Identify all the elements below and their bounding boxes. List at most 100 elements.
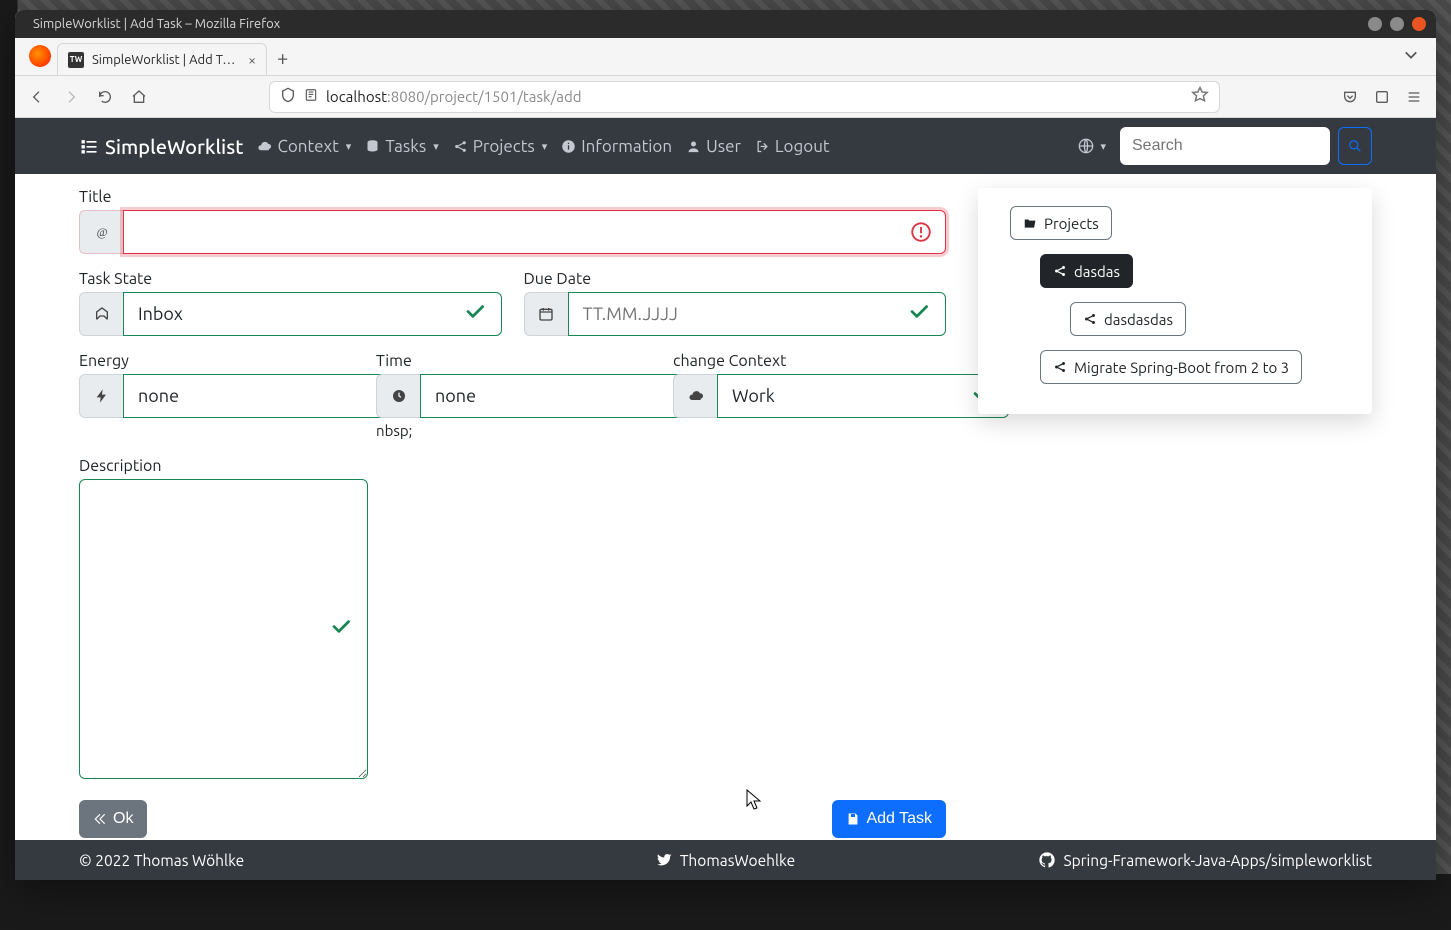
project-node-label: Migrate Spring-Boot from 2 to 3 xyxy=(1074,359,1289,376)
chevrons-left-icon xyxy=(93,812,107,826)
browser-toolbar: localhost:8080/project/1501/task/add xyxy=(15,76,1436,118)
user-icon xyxy=(686,139,701,154)
add-task-button-label: Add Task xyxy=(866,810,932,828)
description-textarea[interactable] xyxy=(79,479,368,779)
search-input[interactable] xyxy=(1120,127,1330,165)
project-node-migrate[interactable]: Migrate Spring-Boot from 2 to 3 xyxy=(1040,350,1302,384)
list-icon xyxy=(79,136,99,156)
title-group: @ xyxy=(79,210,946,254)
brand[interactable]: SimpleWorklist xyxy=(79,135,243,158)
home-button[interactable] xyxy=(125,83,153,111)
side-column: Projects dasdas dasdasdas xyxy=(978,188,1372,840)
form-column: Title @ Task State xyxy=(79,188,946,840)
new-tab-button[interactable]: + xyxy=(277,46,288,69)
cloud-icon xyxy=(673,374,717,418)
bolt-icon xyxy=(79,374,123,418)
address-bar[interactable]: localhost:8080/project/1501/task/add xyxy=(269,81,1220,113)
nav-context[interactable]: Context ▾ xyxy=(257,137,351,156)
search-icon xyxy=(1348,139,1362,153)
nav-user[interactable]: User xyxy=(686,137,741,156)
nav-logout-label: Logout xyxy=(775,137,830,156)
site-navbar: SimpleWorklist Context ▾ Tasks ▾ Project… xyxy=(15,118,1436,174)
reload-button[interactable] xyxy=(91,83,119,111)
nav-context-label: Context xyxy=(277,137,338,156)
nav-information-label: Information xyxy=(581,137,672,156)
add-task-button[interactable]: Add Task xyxy=(832,800,946,838)
caret-down-icon: ▾ xyxy=(1100,140,1106,153)
energy-select[interactable] xyxy=(123,374,415,418)
firefox-logo-icon xyxy=(29,45,51,67)
calendar-icon xyxy=(524,292,568,336)
context-label: change Context xyxy=(673,352,946,370)
context-select[interactable] xyxy=(717,374,1009,418)
due-date-input[interactable] xyxy=(568,292,947,336)
globe-icon xyxy=(1078,138,1094,154)
page-content: Title @ Task State xyxy=(15,174,1436,840)
nav-projects-label: Projects xyxy=(473,137,535,156)
tab-title: SimpleWorklist | Add Task xyxy=(92,53,240,67)
due-date-label: Due Date xyxy=(524,270,947,288)
language-switch[interactable]: ▾ xyxy=(1078,138,1106,154)
connection-info-icon[interactable] xyxy=(304,88,318,105)
time-select[interactable] xyxy=(420,374,712,418)
svg-text:@: @ xyxy=(96,225,107,239)
nav-logout[interactable]: Logout xyxy=(755,137,830,156)
window-minimize-button[interactable] xyxy=(1368,17,1382,31)
tab-close-icon[interactable]: × xyxy=(248,52,256,68)
project-node-dasdasdas[interactable]: dasdasdas xyxy=(1070,302,1186,336)
title-label: Title xyxy=(79,188,946,206)
share-nodes-icon xyxy=(1083,312,1097,326)
description-label: Description xyxy=(79,457,946,475)
tabs-overflow-icon[interactable] xyxy=(1404,48,1418,65)
window-title: SimpleWorklist | Add Task – Mozilla Fire… xyxy=(25,17,1368,31)
forward-button[interactable] xyxy=(57,83,85,111)
at-sign-icon: @ xyxy=(79,210,123,254)
nav-tasks-label: Tasks xyxy=(385,137,426,156)
tab-favicon-icon: TW xyxy=(68,52,84,68)
nav-information[interactable]: Information xyxy=(561,137,672,156)
project-node-label: dasdas xyxy=(1074,263,1120,280)
tab-strip: TW SimpleWorklist | Add Task × + xyxy=(15,38,1436,76)
footer-twitter-link[interactable]: ThomasWoehlke xyxy=(656,852,795,869)
page-viewport: SimpleWorklist Context ▾ Tasks ▾ Project… xyxy=(15,118,1436,880)
footer-copyright: © 2022 Thomas Wöhlke xyxy=(79,852,244,869)
bookmark-star-icon[interactable] xyxy=(1191,86,1209,107)
project-node-dasdas[interactable]: dasdas xyxy=(1040,254,1133,288)
back-button[interactable] xyxy=(23,83,51,111)
share-nodes-icon xyxy=(1053,264,1067,278)
browser-tab[interactable]: TW SimpleWorklist | Add Task × xyxy=(57,43,267,75)
window-maximize-button[interactable] xyxy=(1390,17,1404,31)
ok-button[interactable]: Ok xyxy=(79,800,147,838)
energy-label: Energy xyxy=(79,352,352,370)
footer-repo: Spring-Framework-Java-Apps/simpleworklis… xyxy=(1063,852,1372,869)
nav-tasks[interactable]: Tasks ▾ xyxy=(365,137,438,156)
share-nodes-icon xyxy=(1053,360,1067,374)
tracking-shield-icon[interactable] xyxy=(280,87,296,106)
caret-down-icon: ▾ xyxy=(346,140,352,153)
window-close-button[interactable] xyxy=(1412,17,1426,31)
database-icon xyxy=(365,139,380,154)
nav-user-label: User xyxy=(706,137,741,156)
task-state-select[interactable] xyxy=(123,292,502,336)
github-icon xyxy=(1039,852,1055,868)
search-button[interactable] xyxy=(1338,127,1372,165)
projects-panel: Projects dasdas dasdasdas xyxy=(978,188,1372,414)
save-icon xyxy=(846,812,860,826)
share-nodes-icon xyxy=(453,139,468,154)
pocket-icon[interactable] xyxy=(1336,83,1364,111)
footer-github-link[interactable]: Spring-Framework-Java-Apps/simpleworklis… xyxy=(1039,852,1372,869)
caret-down-icon: ▾ xyxy=(433,140,439,153)
app-menu-icon[interactable] xyxy=(1400,83,1428,111)
task-state-label: Task State xyxy=(79,270,502,288)
form-actions: Ok Add Task xyxy=(79,800,946,838)
cloud-icon xyxy=(257,139,272,154)
extension-icon[interactable] xyxy=(1368,83,1396,111)
time-help-text: nbsp; xyxy=(376,422,649,439)
clock-icon xyxy=(376,374,420,418)
projects-root-label: Projects xyxy=(1044,215,1099,232)
window-titlebar: SimpleWorklist | Add Task – Mozilla Fire… xyxy=(15,10,1436,38)
inbox-icon xyxy=(79,292,123,336)
nav-projects[interactable]: Projects ▾ xyxy=(453,137,548,156)
title-input[interactable] xyxy=(123,210,946,254)
projects-root-pill[interactable]: Projects xyxy=(1010,206,1112,240)
